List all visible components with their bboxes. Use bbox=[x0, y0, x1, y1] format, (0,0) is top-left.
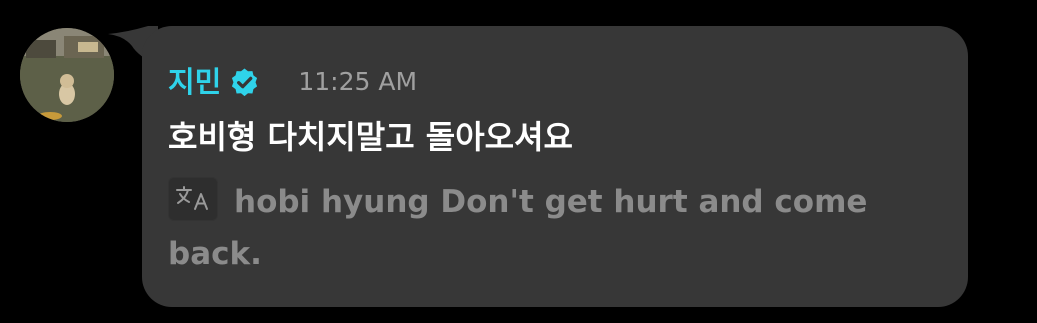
message-bubble[interactable]: 지민 11:25 AM 호비형 다치지말고 돌아오셔요 hobi hyung D… bbox=[142, 26, 968, 307]
message-timestamp: 11:25 AM bbox=[298, 67, 418, 96]
verified-check-badge-icon bbox=[232, 67, 258, 96]
message-header: 지민 11:25 AM bbox=[168, 62, 417, 102]
sender-name[interactable]: 지민 bbox=[168, 62, 221, 102]
message-text: 호비형 다치지말고 돌아오셔요 bbox=[168, 118, 574, 156]
translated-text: hobi hyung Don't get hurt and come back. bbox=[168, 184, 868, 272]
avatar[interactable] bbox=[20, 28, 114, 122]
avatar-photo bbox=[20, 28, 114, 122]
